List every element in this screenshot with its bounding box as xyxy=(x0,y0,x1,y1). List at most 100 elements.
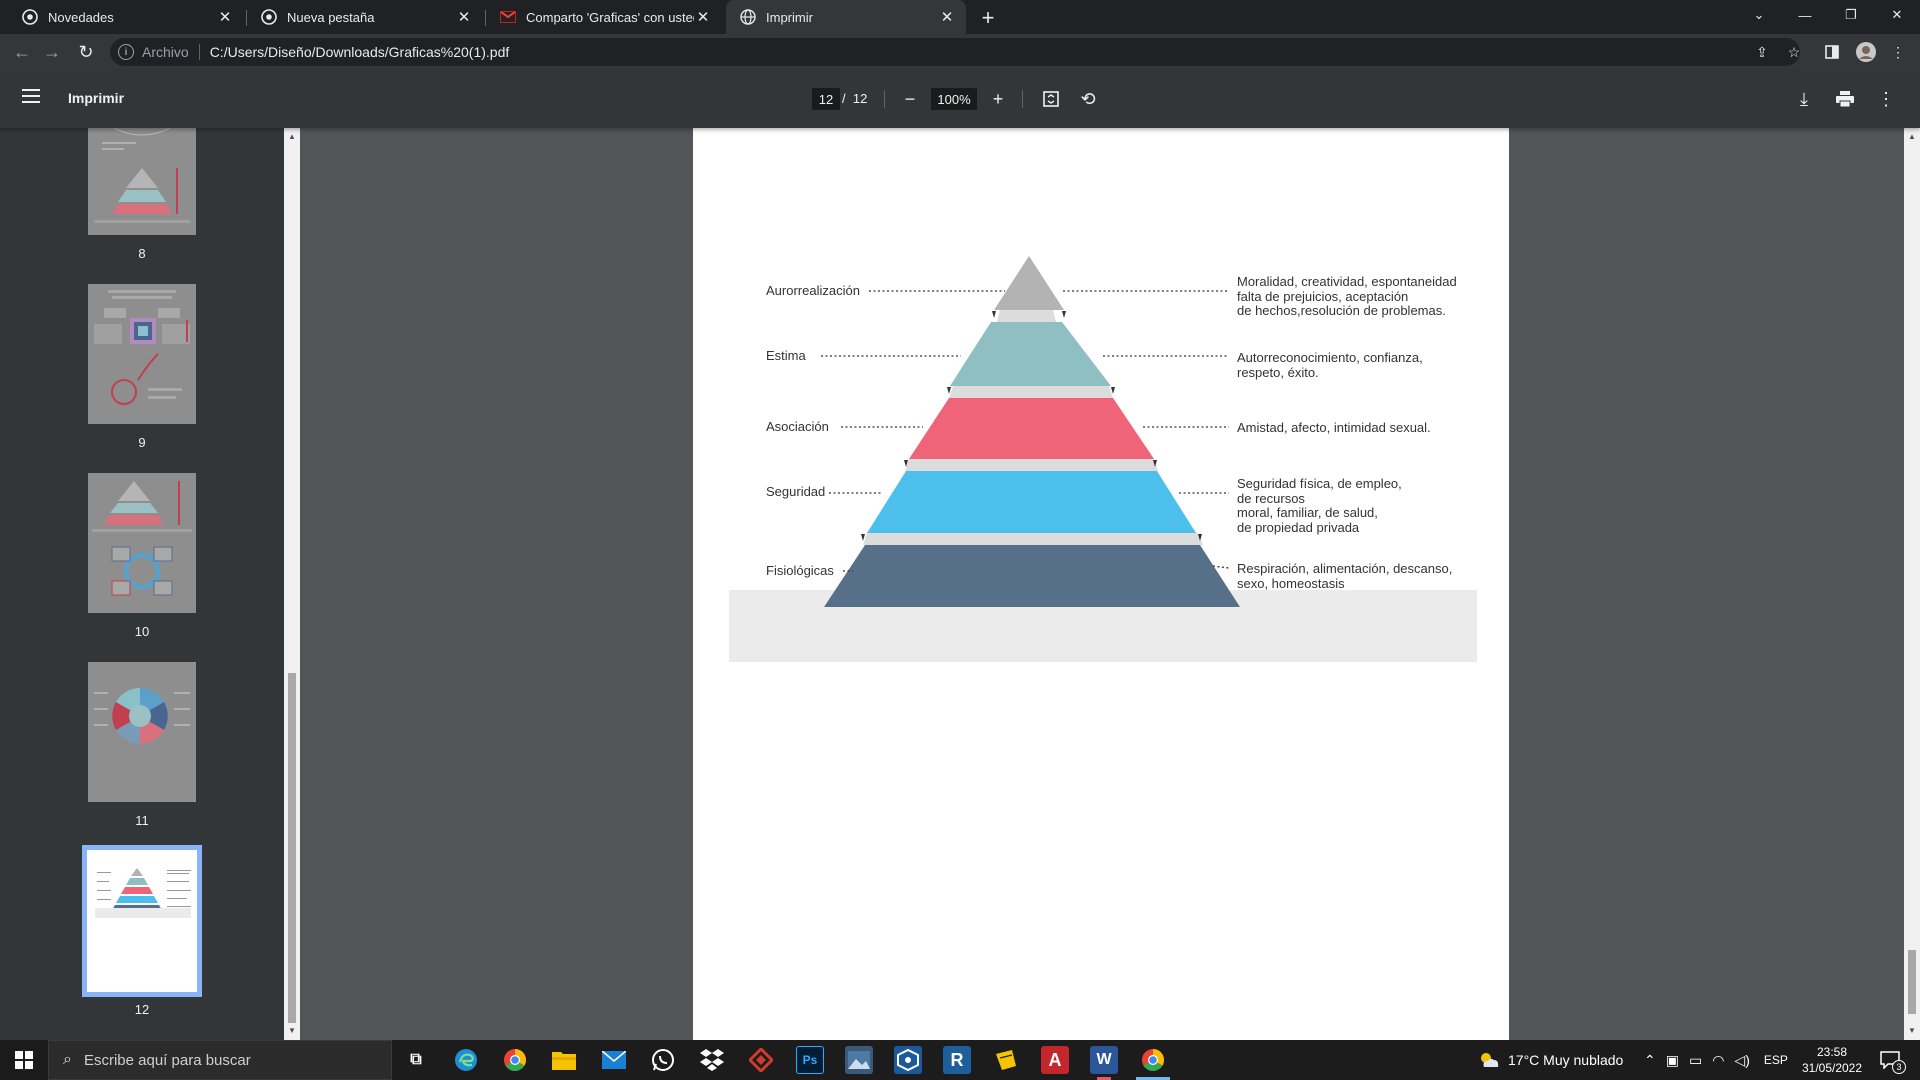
weather-widget[interactable]: 17°C Muy nublado xyxy=(1478,1040,1623,1080)
pyramid-level-seguridad xyxy=(867,471,1196,533)
thumbnail-number: 12 xyxy=(134,1002,150,1017)
mail-icon[interactable] xyxy=(600,1046,628,1074)
dropbox-icon[interactable] xyxy=(698,1046,726,1074)
tab-label: Comparto 'Graficas' con usted - xyxy=(526,9,694,25)
close-tab-icon[interactable]: ✕ xyxy=(694,8,712,26)
tab-novedades[interactable]: Novedades ✕ xyxy=(8,0,244,34)
description-line: sexo, homeostasis xyxy=(1237,575,1345,591)
fit-to-page-icon[interactable] xyxy=(1039,87,1063,111)
zoom-out-icon[interactable]: − xyxy=(898,87,922,111)
chrome-icon xyxy=(261,9,277,25)
info-icon[interactable]: i xyxy=(118,44,134,60)
thumbnail-sidebar: 8 9 10 11 12 xyxy=(0,128,284,1040)
thumbnail-number: 8 xyxy=(138,246,146,261)
share-icon[interactable]: ⇪ xyxy=(1752,42,1772,62)
battery-icon[interactable]: ▭ xyxy=(1689,1052,1702,1069)
chrome-icon xyxy=(22,9,38,25)
page-thumbnail-8[interactable] xyxy=(88,128,196,235)
download-icon[interactable]: ⤓ xyxy=(1792,87,1816,111)
description-line: de propiedad privada xyxy=(1237,519,1360,535)
hamburger-menu-icon[interactable] xyxy=(22,89,40,103)
zoom-input[interactable]: 100% xyxy=(931,88,977,110)
volume-icon[interactable]: ◁) xyxy=(1734,1052,1749,1069)
image-viewer-icon[interactable] xyxy=(845,1046,873,1074)
tab-nueva-pestana[interactable]: Nueva pestaña ✕ xyxy=(247,0,483,34)
chevron-up-icon[interactable]: ⌃ xyxy=(1644,1052,1656,1069)
page-number-input[interactable]: 12 xyxy=(812,88,840,110)
scroll-up-icon[interactable]: ▲ xyxy=(288,132,296,141)
viewer-scroll-thumb[interactable] xyxy=(1908,950,1916,1014)
wifi-icon[interactable]: ◠ xyxy=(1712,1052,1724,1069)
pyramid-level-fisiologicas xyxy=(824,545,1240,607)
back-icon[interactable]: ← xyxy=(10,40,34,64)
thumbnail-number: 11 xyxy=(135,813,149,828)
level-description-autorrealizacion: Moralidad, creatividad, espontaneidad fa… xyxy=(1237,274,1457,319)
whatsapp-icon[interactable] xyxy=(649,1046,677,1074)
meet-now-icon[interactable]: ▣ xyxy=(1666,1052,1679,1069)
pyramid-level-autorrealizacion xyxy=(994,256,1064,310)
bookmark-star-icon[interactable]: ☆ xyxy=(1784,42,1804,62)
page-thumbnail-10[interactable] xyxy=(88,473,196,613)
close-tab-icon[interactable]: ✕ xyxy=(938,8,956,26)
print-icon[interactable] xyxy=(1833,87,1857,111)
viewer-scrollbar[interactable]: ▲ ▼ xyxy=(1904,128,1920,1040)
task-view-icon[interactable]: ⧉ xyxy=(402,1046,430,1074)
autocad-icon[interactable]: A xyxy=(1041,1046,1069,1074)
chrome-menu-icon[interactable]: ⋮ xyxy=(1888,42,1908,62)
page-thumbnail-12[interactable] xyxy=(82,845,202,997)
page-thumbnail-11[interactable] xyxy=(88,662,196,802)
more-options-icon[interactable]: ⋮ xyxy=(1874,87,1898,111)
reload-icon[interactable]: ↻ xyxy=(74,40,98,64)
page-thumbnail-9[interactable] xyxy=(88,284,196,424)
sidebar-scroll-thumb[interactable] xyxy=(288,673,296,1023)
tab-gmail[interactable]: Comparto 'Graficas' con usted - ✕ xyxy=(486,0,722,34)
scroll-down-icon[interactable]: ▼ xyxy=(288,1026,296,1035)
chrome-icon[interactable] xyxy=(501,1046,529,1074)
level-description-seguridad: Seguridad física, de empleo, de recursos… xyxy=(1237,476,1402,535)
new-tab-icon[interactable]: + xyxy=(976,5,1000,30)
zoom-in-icon[interactable]: + xyxy=(986,87,1010,111)
total-pages: 12 xyxy=(852,91,868,106)
omnibox[interactable]: i Archivo C:/Users/Diseño/Downloads/Graf… xyxy=(110,38,1800,66)
profile-avatar-icon[interactable] xyxy=(1856,42,1876,62)
toolbar-divider xyxy=(1022,90,1023,108)
pyramid-separator xyxy=(905,459,1158,471)
cloud-sun-icon xyxy=(1481,1053,1499,1067)
url-text[interactable]: C:/Users/Diseño/Downloads/Graficas%20(1)… xyxy=(210,44,510,60)
description-line: Seguridad física, de empleo, xyxy=(1237,476,1402,491)
close-tab-icon[interactable]: ✕ xyxy=(216,8,234,26)
file-explorer-icon[interactable] xyxy=(550,1046,578,1074)
autodesk-icon[interactable] xyxy=(747,1046,775,1074)
edge-icon[interactable] xyxy=(452,1046,480,1074)
pdf-toolbar: Imprimir 12 / 12 − 100% + ⟲ ⤓ ⋮ xyxy=(0,70,1920,128)
url-scheme: Archivo xyxy=(142,44,189,60)
arrow-marker xyxy=(861,534,865,541)
language-indicator[interactable]: ESP xyxy=(1764,1053,1788,1067)
sketchup-icon[interactable] xyxy=(894,1046,922,1074)
minimize-icon[interactable]: — xyxy=(1782,0,1828,30)
windows-taskbar: ⌕ Escribe aquí para buscar ⧉ Ps R A W 17… xyxy=(0,1040,1920,1080)
description-line: falta de prejuicios, aceptación xyxy=(1237,288,1409,304)
close-window-icon[interactable]: ✕ xyxy=(1874,0,1920,30)
photoshop-icon[interactable]: Ps xyxy=(796,1046,824,1074)
rotate-icon[interactable]: ⟲ xyxy=(1076,87,1100,111)
tab-search-chevron-icon[interactable]: ⌄ xyxy=(1736,0,1782,30)
chrome-active-icon[interactable] xyxy=(1139,1046,1167,1074)
description-line: de recursos xyxy=(1237,490,1305,506)
pdf-viewer: Aurorrealización Estima Asociación Segur… xyxy=(300,128,1904,1040)
word-icon[interactable]: W xyxy=(1090,1046,1118,1074)
side-panel-icon[interactable] xyxy=(1822,42,1842,62)
close-tab-icon[interactable]: ✕ xyxy=(455,8,473,26)
scroll-up-icon[interactable]: ▲ xyxy=(1908,132,1916,141)
taskbar-search[interactable]: ⌕ Escribe aquí para buscar xyxy=(48,1040,392,1080)
forward-icon[interactable]: → xyxy=(40,40,64,64)
tab-imprimir[interactable]: Imprimir ✕ xyxy=(726,0,966,34)
sticky-tool-icon[interactable] xyxy=(992,1046,1020,1074)
windows-start-icon[interactable] xyxy=(0,1040,48,1080)
restore-icon[interactable]: ❐ xyxy=(1828,0,1874,30)
sidebar-scrollbar[interactable]: ▲ ▼ xyxy=(284,128,300,1040)
revit-icon[interactable]: R xyxy=(943,1046,971,1074)
notifications-button[interactable]: 3 xyxy=(1880,1040,1906,1080)
scroll-down-icon[interactable]: ▼ xyxy=(1908,1026,1916,1035)
system-clock[interactable]: 23:58 31/05/2022 xyxy=(1788,1044,1876,1076)
